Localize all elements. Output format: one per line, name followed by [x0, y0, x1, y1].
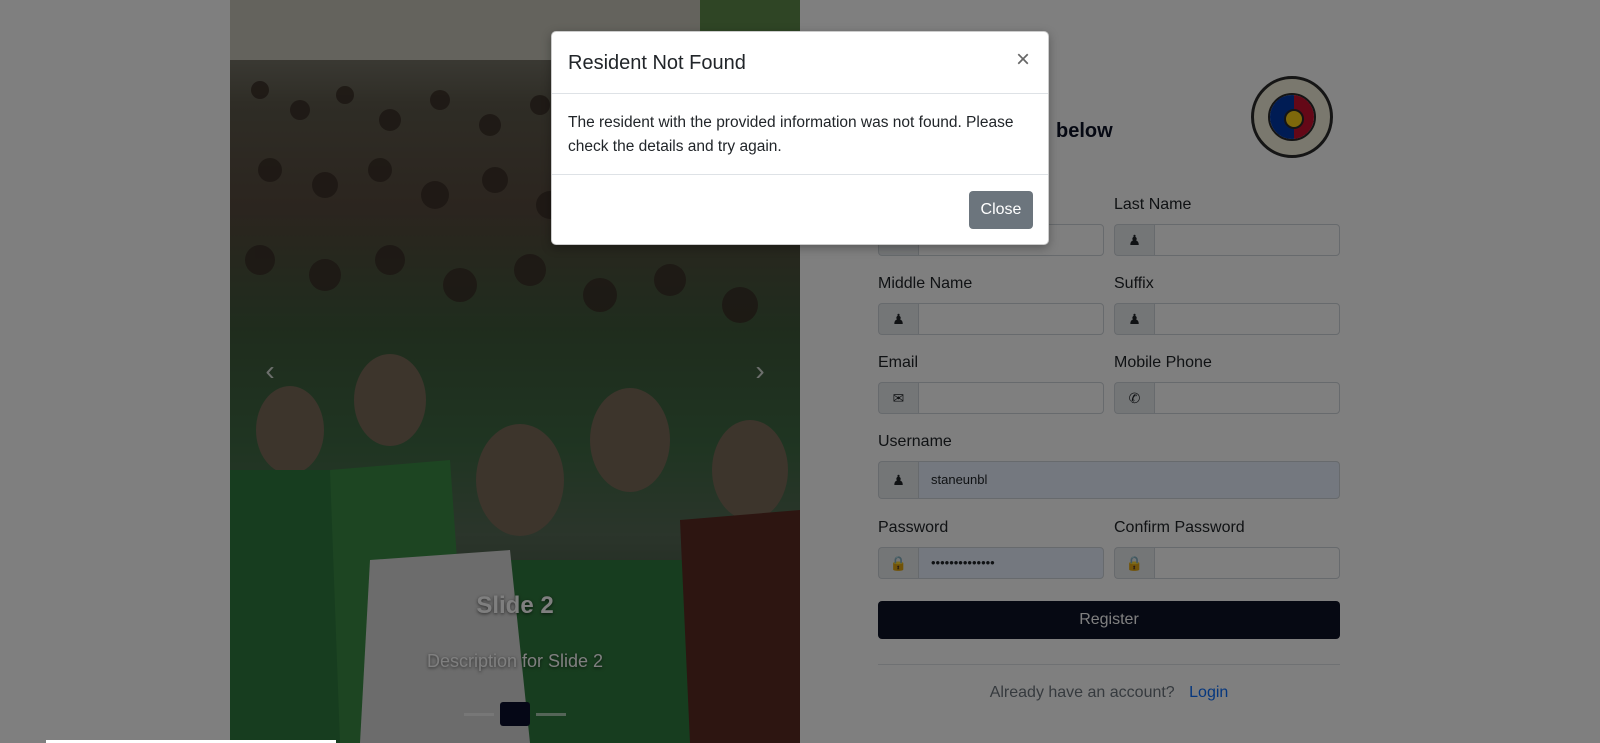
modal-title: Resident Not Found: [568, 52, 746, 74]
modal-header: Resident Not Found ×: [552, 32, 1048, 94]
close-button[interactable]: Close: [969, 191, 1033, 229]
modal-footer: Close: [552, 174, 1048, 246]
modal-body-text: The resident with the provided informati…: [568, 114, 1014, 155]
close-icon[interactable]: ×: [1012, 48, 1034, 72]
resident-not-found-modal: Resident Not Found × The resident with t…: [551, 31, 1049, 245]
